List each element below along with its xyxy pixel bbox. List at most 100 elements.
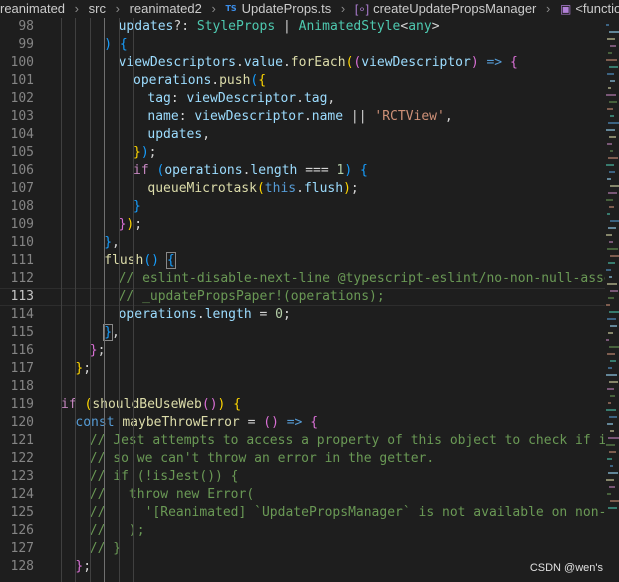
line-number[interactable]: 127 [0, 540, 34, 558]
code-token: // so we can't throw an error in the get… [89, 451, 435, 466]
line-number[interactable]: 114 [0, 306, 34, 324]
code-token: value [243, 55, 283, 70]
line-number[interactable]: 100 [0, 54, 34, 72]
line-number[interactable]: 110 [0, 234, 34, 252]
code-token: . [211, 73, 220, 88]
code-token: if [61, 397, 77, 412]
minimap-mark [607, 388, 614, 390]
minimap-mark [610, 45, 616, 47]
minimap-mark [609, 101, 617, 103]
minimap-mark [606, 304, 610, 306]
line-number[interactable]: 107 [0, 180, 34, 198]
minimap-mark [608, 507, 617, 509]
code-text: }, [104, 234, 120, 252]
line-number[interactable]: 102 [0, 90, 34, 108]
minimap-mark [610, 220, 619, 222]
line-number[interactable]: 101 [0, 72, 34, 90]
code-text: }, [103, 324, 120, 342]
line-number[interactable]: 126 [0, 522, 34, 540]
code-token: } [103, 324, 113, 341]
code-text: if (shouldBeUseWeb()) { [61, 396, 241, 414]
minimap-mark [607, 458, 612, 460]
line-number[interactable]: 112 [0, 270, 34, 288]
minimap-mark [606, 409, 616, 411]
code-token: 0 [275, 307, 283, 322]
minimap-mark [609, 416, 617, 418]
breadcrumb-item-function[interactable]: ▣<function> [560, 0, 619, 18]
minimap-mark [606, 199, 613, 201]
line-number[interactable]: 113 [0, 288, 34, 306]
line-number[interactable]: 125 [0, 504, 34, 522]
code-token: { [310, 415, 319, 430]
line-number[interactable]: 119 [0, 396, 34, 414]
minimap-mark [607, 143, 612, 145]
code-token: operations [133, 73, 212, 88]
breadcrumb-function-label: <function> [575, 1, 619, 16]
breadcrumb-item-reanimated[interactable]: reanimated [0, 0, 65, 18]
minimap-mark [610, 115, 614, 117]
code-text: } [133, 198, 141, 216]
indent-guide [104, 18, 106, 582]
line-number[interactable]: 109 [0, 216, 34, 234]
minimap-mark [607, 493, 611, 495]
line-number[interactable]: 118 [0, 378, 34, 396]
code-text: // Jest attempts to access a property of… [90, 432, 605, 450]
code-text: }); [133, 144, 156, 162]
line-number[interactable]: 98 [0, 18, 34, 36]
breadcrumb-item-reanimated2[interactable]: reanimated2 [130, 0, 202, 18]
minimap[interactable] [605, 18, 619, 582]
line-number[interactable]: 105 [0, 144, 34, 162]
code-editor[interactable]: 98 updates?: StyleProps | AnimatedStyle<a… [0, 18, 605, 582]
line-number[interactable]: 103 [0, 108, 34, 126]
code-text: updates?: StyleProps | AnimatedStyle<any… [119, 18, 440, 36]
line-number[interactable]: 104 [0, 126, 34, 144]
code-token: ) [344, 163, 353, 178]
line-number[interactable]: 99 [0, 36, 34, 54]
code-token: const [75, 415, 115, 430]
code-token: updates [147, 127, 203, 142]
code-token: { [509, 55, 518, 70]
minimap-mark [608, 157, 618, 159]
minimap-mark [607, 318, 616, 320]
minimap-mark [607, 353, 615, 355]
chevron-right-icon: › [546, 1, 551, 16]
code-text: // '[Reanimated] `UpdatePropsManager` is… [90, 504, 605, 522]
line-number[interactable]: 123 [0, 468, 34, 486]
line-number[interactable]: 120 [0, 414, 34, 432]
code-token: // eslint-disable-next-line @typescript-… [118, 271, 605, 286]
code-token: tag [147, 91, 171, 106]
line-number[interactable]: 124 [0, 486, 34, 504]
code-token: viewDescriptor [186, 91, 297, 106]
minimap-mark [606, 479, 614, 481]
minimap-mark [608, 437, 619, 439]
line-number[interactable]: 122 [0, 450, 34, 468]
minimap-mark [606, 234, 612, 236]
minimap-mark [607, 283, 617, 285]
breadcrumb-item-file[interactable]: TS UpdateProps.ts [225, 0, 331, 18]
minimap-mark [607, 38, 615, 40]
line-number[interactable]: 116 [0, 342, 34, 360]
code-token: } [133, 145, 141, 160]
code-token: { [165, 252, 176, 269]
line-number[interactable]: 117 [0, 360, 34, 378]
line-number[interactable]: 128 [0, 558, 34, 576]
minimap-mark [610, 465, 613, 467]
breadcrumb-item-src[interactable]: src [89, 0, 106, 18]
line-number[interactable]: 115 [0, 324, 34, 342]
line-number[interactable]: 111 [0, 252, 34, 270]
code-token: . [236, 55, 244, 70]
line-number[interactable]: 106 [0, 162, 34, 180]
code-token: . [282, 55, 291, 70]
code-token: { [258, 73, 267, 88]
minimap-mark [606, 269, 611, 271]
breadcrumb-item-symbol[interactable]: [∘] createUpdatePropsManager [355, 0, 537, 18]
code-token: flush [303, 181, 344, 196]
code-token: queueMicrotask [147, 181, 257, 196]
minimap-mark [610, 430, 614, 432]
code-token: () [143, 253, 159, 268]
watermark: CSDN @wen's [529, 562, 603, 574]
code-token: forEach [290, 55, 346, 70]
line-number[interactable]: 108 [0, 198, 34, 216]
minimap-mark [610, 150, 613, 152]
line-number[interactable]: 121 [0, 432, 34, 450]
